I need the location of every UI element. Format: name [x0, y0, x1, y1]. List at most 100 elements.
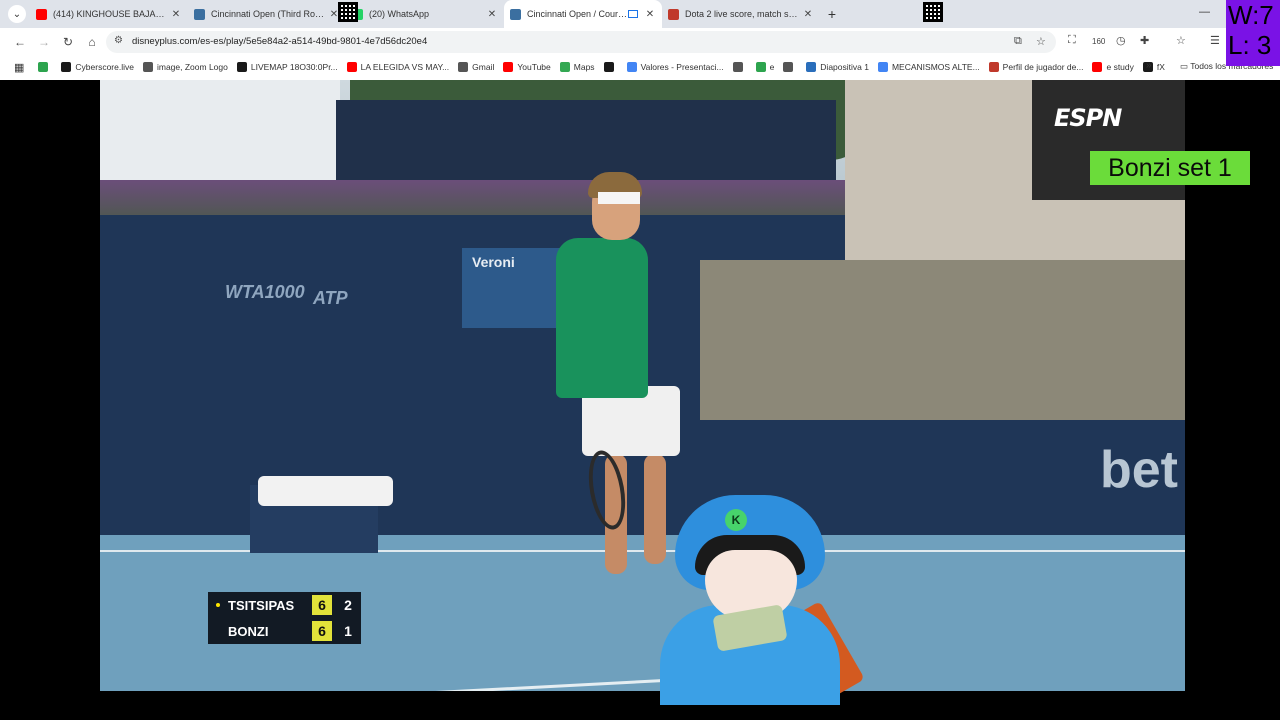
more-bookmarks-button[interactable]: »	[1146, 60, 1152, 71]
bookmark-label: Diapositiva 1	[820, 62, 869, 72]
tab-title: (414) KINGHOUSE BAJANDO P	[53, 9, 170, 19]
bet-overlay-badge: Bonzi set 1	[1090, 151, 1250, 185]
win-loss-overlay: W:7 L: 3	[1226, 0, 1280, 66]
bookmark-favicon-icon	[38, 62, 49, 72]
player-headband	[598, 192, 640, 204]
set-score: 6	[312, 595, 332, 615]
bookmark-label: e study	[1106, 62, 1134, 72]
install-app-icon[interactable]: ⧉	[1014, 35, 1022, 48]
bookmark-item[interactable]	[732, 62, 747, 72]
game-score: 1	[344, 623, 352, 639]
bookmark-item[interactable]	[783, 62, 797, 72]
home-icon[interactable]: ⌂	[84, 34, 100, 50]
bookmark-item[interactable]: Diapositiva 1	[806, 62, 869, 72]
bookmark-item[interactable]: LIVEMAP 18O30:0Pr...	[236, 62, 338, 72]
qr-code-icon	[923, 2, 943, 22]
bookmark-favicon-icon	[346, 62, 357, 72]
bookmark-favicon-icon	[61, 62, 72, 72]
bookmark-item[interactable]: LA ELEGIDA VS MAY...	[346, 62, 449, 72]
history-icon[interactable]: ◷	[1116, 34, 1126, 47]
side-panel-icon[interactable]: ☰	[1210, 34, 1220, 47]
bookmark-item[interactable]	[38, 62, 52, 72]
bookmark-item[interactable]: Valores - Presentaci...	[626, 62, 724, 72]
browser-tab[interactable]: Cincinnati Open (Third Round) ✕	[188, 0, 346, 28]
bookmark-label: Maps	[573, 62, 595, 72]
screenshot-icon[interactable]: ⛶	[1068, 34, 1076, 47]
site-info-icon[interactable]: ⚙	[114, 35, 123, 46]
bookmark-favicon-icon	[988, 62, 999, 72]
bookmark-item[interactable]: e	[755, 62, 775, 72]
scoreboard-row: BONZI 6 1	[208, 618, 361, 644]
bookmark-label: image, Zoom Logo	[156, 62, 228, 72]
bookmark-item[interactable]: Perfil de jugador de...	[988, 62, 1084, 72]
bookmark-favicon-icon	[603, 62, 614, 72]
browser-tab[interactable]: Dota 2 live score, match sched ✕	[662, 0, 820, 28]
bookmark-label: LIVEMAP 18O30:0Pr...	[250, 62, 338, 72]
back-icon[interactable]: ←	[12, 34, 28, 50]
reload-icon[interactable]: ↻	[60, 34, 76, 50]
tabs-container: (414) KINGHOUSE BAJANDO P✕Cincinnati Ope…	[30, 0, 844, 28]
bookmark-favicon-icon	[755, 62, 766, 72]
close-tab-icon[interactable]: ✕	[802, 9, 814, 20]
bookmark-star-icon[interactable]: ☆	[1036, 35, 1046, 48]
bookmark-label: MECANISMOS ALTE...	[891, 62, 980, 72]
bookmark-item[interactable]: e study	[1092, 62, 1134, 72]
bet-sponsor-logo: bet	[1100, 441, 1178, 499]
apps-grid-icon[interactable]: ▦	[14, 61, 24, 74]
extension-160-icon[interactable]: 160	[1092, 37, 1105, 46]
tab-title: (20) WhatsApp	[369, 9, 430, 19]
qr-code-icon	[338, 2, 358, 22]
bookmark-favicon-icon	[503, 62, 514, 72]
bookmark-label: YouTube	[517, 62, 551, 72]
browser-tab[interactable]: (414) KINGHOUSE BAJANDO P✕	[30, 0, 188, 28]
avatar-logo: K	[725, 509, 747, 531]
bookmark-item[interactable]	[603, 62, 618, 72]
tab-favicon-icon	[194, 8, 205, 20]
bookmark-item[interactable]: Gmail	[458, 62, 494, 72]
bookmark-label: Cyberscore.live	[75, 62, 134, 72]
video-player[interactable]: ESPN WTA1000 ATP Veroni bet TSITSIPAS 6 …	[100, 80, 1185, 691]
towel	[258, 476, 393, 506]
tab-title: Cincinnati Open / Court 3 |	[527, 9, 628, 19]
bookmarks-icon[interactable]: ☆	[1176, 34, 1186, 47]
extensions-icon[interactable]: ✚	[1140, 34, 1149, 47]
bookmark-list: Cyberscore.live image, Zoom Logo LIVEMAP 1…	[38, 62, 1174, 72]
close-tab-icon[interactable]: ✕	[486, 9, 498, 20]
bookmark-item[interactable]: Maps	[559, 62, 595, 72]
tab-strip: ⌄ (414) KINGHOUSE BAJANDO P✕Cincinnati O…	[0, 0, 1280, 28]
browser-tab[interactable]: Cincinnati Open / Court 3 | ✕	[504, 0, 662, 28]
close-tab-icon[interactable]: ✕	[644, 9, 656, 20]
set-score: 6	[312, 621, 332, 641]
bookmark-favicon-icon	[806, 62, 817, 72]
forward-icon[interactable]: →	[36, 34, 52, 50]
bookmark-item[interactable]: MECANISMOS ALTE...	[877, 62, 980, 72]
bookmark-label: Valores - Presentaci...	[640, 62, 724, 72]
bookmark-favicon-icon	[626, 62, 637, 72]
tab-search-button[interactable]: ⌄	[8, 5, 26, 23]
minimize-window-button[interactable]: —	[1199, 6, 1210, 18]
bookmark-favicon-icon	[559, 62, 570, 72]
bookmark-item[interactable]: image, Zoom Logo	[142, 62, 228, 72]
bookmark-favicon-icon	[877, 62, 888, 72]
close-tab-icon[interactable]: ✕	[170, 9, 182, 20]
wins-count: W:7	[1228, 0, 1274, 30]
new-tab-button[interactable]: +	[820, 0, 844, 28]
bookmark-label: Perfil de jugador de...	[1002, 62, 1084, 72]
bookmark-favicon-icon	[142, 62, 153, 72]
cast-media-icon[interactable]	[628, 10, 638, 18]
scoreboard-row: TSITSIPAS 6 2	[208, 592, 361, 618]
player-name: TSITSIPAS	[228, 598, 295, 613]
address-bar[interactable]: ⚙ disneyplus.com/es-es/play/5e5e84a2-a51…	[106, 31, 1056, 53]
browser-tab[interactable]: (20) WhatsApp ✕	[346, 0, 504, 28]
bookmark-item[interactable]: Cyberscore.live	[61, 62, 134, 72]
bookmark-label: Gmail	[472, 62, 495, 72]
browser-window: ⌄ (414) KINGHOUSE BAJANDO P✕Cincinnati O…	[0, 0, 1280, 80]
scoreboard: TSITSIPAS 6 2 BONZI 6 1	[208, 592, 361, 644]
bookmark-favicon-icon	[458, 62, 469, 72]
player-name: BONZI	[228, 624, 269, 639]
bookmark-item[interactable]: YouTube	[503, 62, 551, 72]
player-shirt	[556, 238, 648, 398]
tab-favicon-icon	[510, 8, 521, 20]
bookmark-label: e	[769, 62, 775, 72]
game-score: 2	[344, 597, 352, 613]
